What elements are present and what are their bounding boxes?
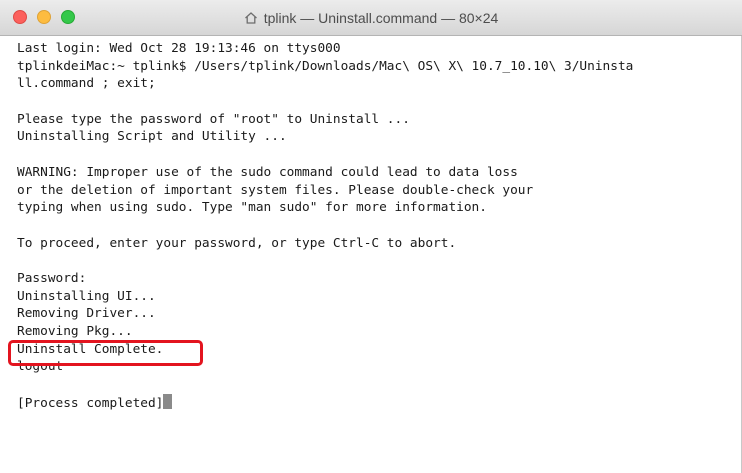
window-title-text: tplink — Uninstall.command — 80×24 xyxy=(263,10,499,26)
terminal-line: or the deletion of important system file… xyxy=(17,182,534,198)
terminal-line: Please type the password of "root" to Un… xyxy=(17,111,410,127)
window-title: tplink — Uninstall.command — 80×24 xyxy=(0,0,742,36)
terminal-window: tplink — Uninstall.command — 80×24 Last … xyxy=(0,0,742,473)
terminal-line: ll.command ; exit; xyxy=(17,76,156,92)
terminal-line: typing when using sudo. Type "man sudo" … xyxy=(17,200,487,216)
process-completed-text: [Process completed] xyxy=(17,395,164,411)
terminal-line: Uninstalling UI... xyxy=(17,288,156,304)
terminal-line: tplinkdeiMac:~ tplink$ /Users/tplink/Dow… xyxy=(17,58,634,74)
terminal-prompt-line: [Process completed] xyxy=(17,393,737,412)
title-bar[interactable]: tplink — Uninstall.command — 80×24 xyxy=(0,0,742,36)
text-cursor xyxy=(163,393,173,409)
terminal-line: Password: xyxy=(17,270,87,286)
highlight-box xyxy=(8,340,203,366)
terminal-line: Last login: Wed Oct 28 19:13:46 on ttys0… xyxy=(17,41,341,56)
home-icon xyxy=(244,12,257,24)
terminal-line: To proceed, enter your password, or type… xyxy=(17,235,457,251)
terminal-line: Removing Driver... xyxy=(17,306,156,322)
terminal-line: WARNING: Improper use of the sudo comman… xyxy=(17,164,518,180)
terminal-line: Uninstalling Script and Utility ... xyxy=(17,129,287,145)
terminal-output[interactable]: Last login: Wed Oct 28 19:13:46 on ttys0… xyxy=(17,40,737,473)
terminal-line: Removing Pkg... xyxy=(17,324,133,339)
